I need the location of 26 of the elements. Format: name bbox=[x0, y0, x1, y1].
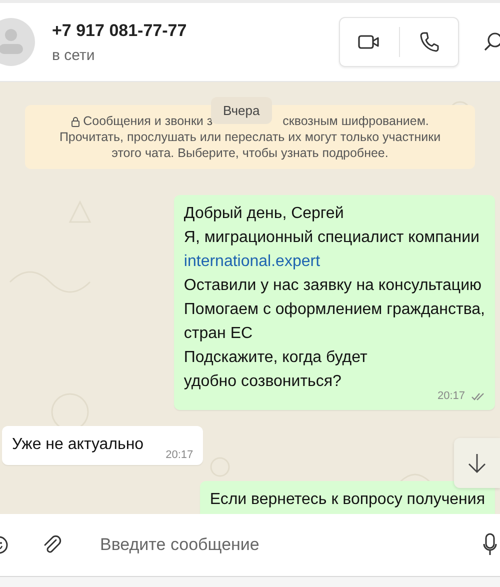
message-link[interactable]: international.expert bbox=[184, 250, 485, 274]
arrow-down-icon bbox=[467, 452, 487, 474]
notice-text: сквозным шифрованием. bbox=[282, 113, 429, 129]
phone-icon bbox=[418, 31, 439, 53]
lock-icon bbox=[71, 116, 80, 126]
notice-text: Прочитать, прослушать или переслать их могут только участники bbox=[59, 129, 441, 145]
message-text: удобно созвониться? bbox=[184, 372, 342, 392]
message-time: 20:17 bbox=[437, 390, 465, 402]
emoji-icon[interactable] bbox=[0, 534, 10, 556]
contact-name: +7 917 081-77-77 bbox=[52, 20, 187, 40]
message-text: Если вернетесь к вопросу получения bbox=[210, 490, 485, 510]
message-time: 20:17 bbox=[166, 449, 194, 461]
video-camera-icon bbox=[357, 32, 382, 52]
message-text: Я, миграционный специалист компании bbox=[184, 228, 480, 248]
search-icon[interactable] bbox=[483, 31, 500, 53]
contact-status: в сети bbox=[52, 46, 96, 64]
microphone-icon[interactable] bbox=[483, 533, 497, 557]
message-text: Подскажите, когда будет bbox=[184, 348, 368, 368]
message-input-field[interactable]: Введите сообщение bbox=[98, 534, 483, 556]
message-text: Уже не актуально bbox=[12, 435, 144, 455]
message-text: стран ЕС bbox=[184, 324, 254, 344]
message-text: Оставили у нас заявку на консультацию bbox=[184, 276, 483, 296]
notice-text: этого чата. Выберите, чтобы узнать подробнее. bbox=[112, 145, 388, 161]
message-text: Помогаем с оформлением гражданства, bbox=[184, 300, 485, 320]
message-text: Добрый день, Сергей bbox=[184, 204, 345, 224]
date-label: Вчера bbox=[211, 97, 272, 124]
